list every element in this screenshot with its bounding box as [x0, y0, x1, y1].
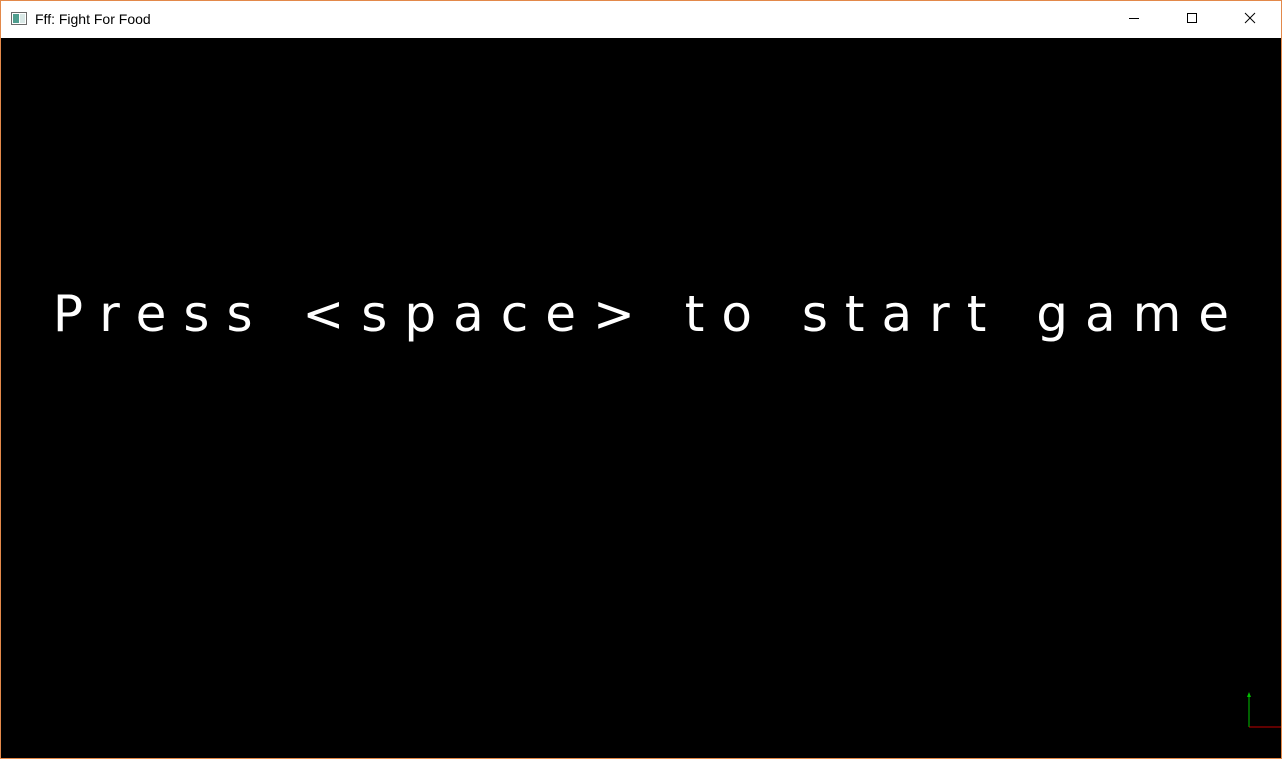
start-prompt: Press <space> to start game — [52, 285, 1247, 343]
maximize-button[interactable] — [1163, 1, 1221, 38]
close-icon — [1244, 11, 1256, 29]
minimize-icon — [1128, 11, 1140, 29]
axis-gizmo-icon — [1241, 690, 1281, 730]
title-bar[interactable]: Fff: Fight For Food — [1, 1, 1281, 38]
app-icon — [11, 12, 27, 25]
minimize-button[interactable] — [1105, 1, 1163, 38]
close-button[interactable] — [1221, 1, 1279, 38]
app-window: Fff: Fight For Food Press <space> to sta… — [0, 0, 1282, 759]
window-title: Fff: Fight For Food — [35, 11, 151, 27]
game-viewport[interactable]: Press <space> to start game — [1, 38, 1281, 758]
maximize-icon — [1186, 11, 1198, 29]
